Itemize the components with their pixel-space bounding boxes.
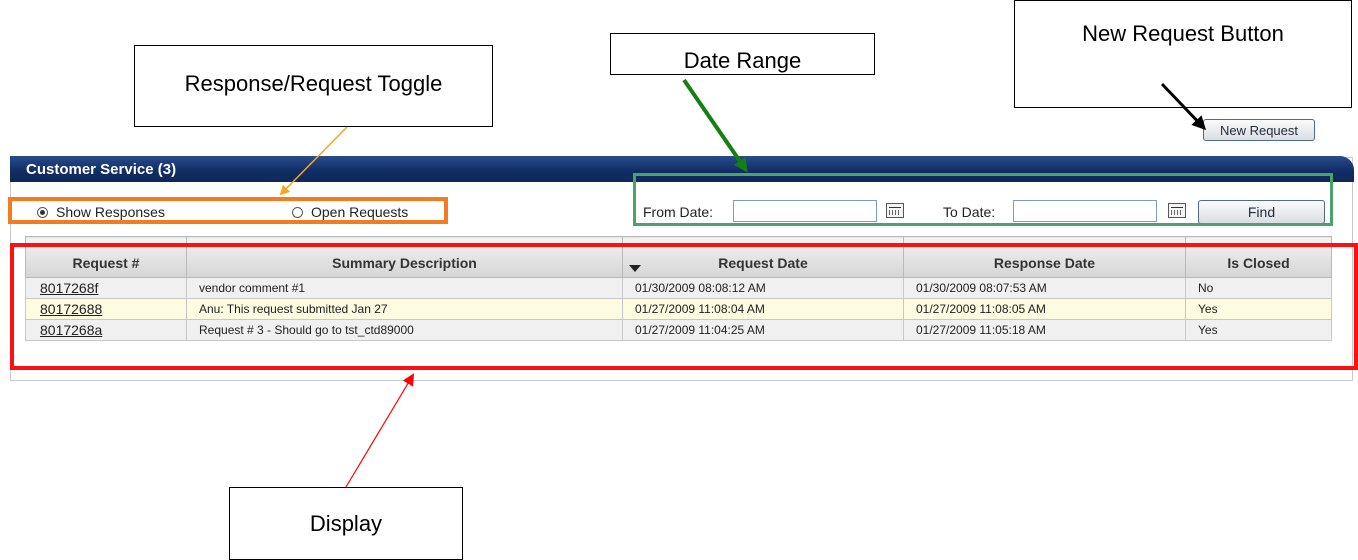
date-range-arrow [682, 78, 748, 173]
annotation-arrows [279, 78, 1207, 488]
display-arrow [345, 373, 415, 488]
toggle-arrow [279, 126, 348, 196]
new-request-arrow [1160, 82, 1207, 131]
